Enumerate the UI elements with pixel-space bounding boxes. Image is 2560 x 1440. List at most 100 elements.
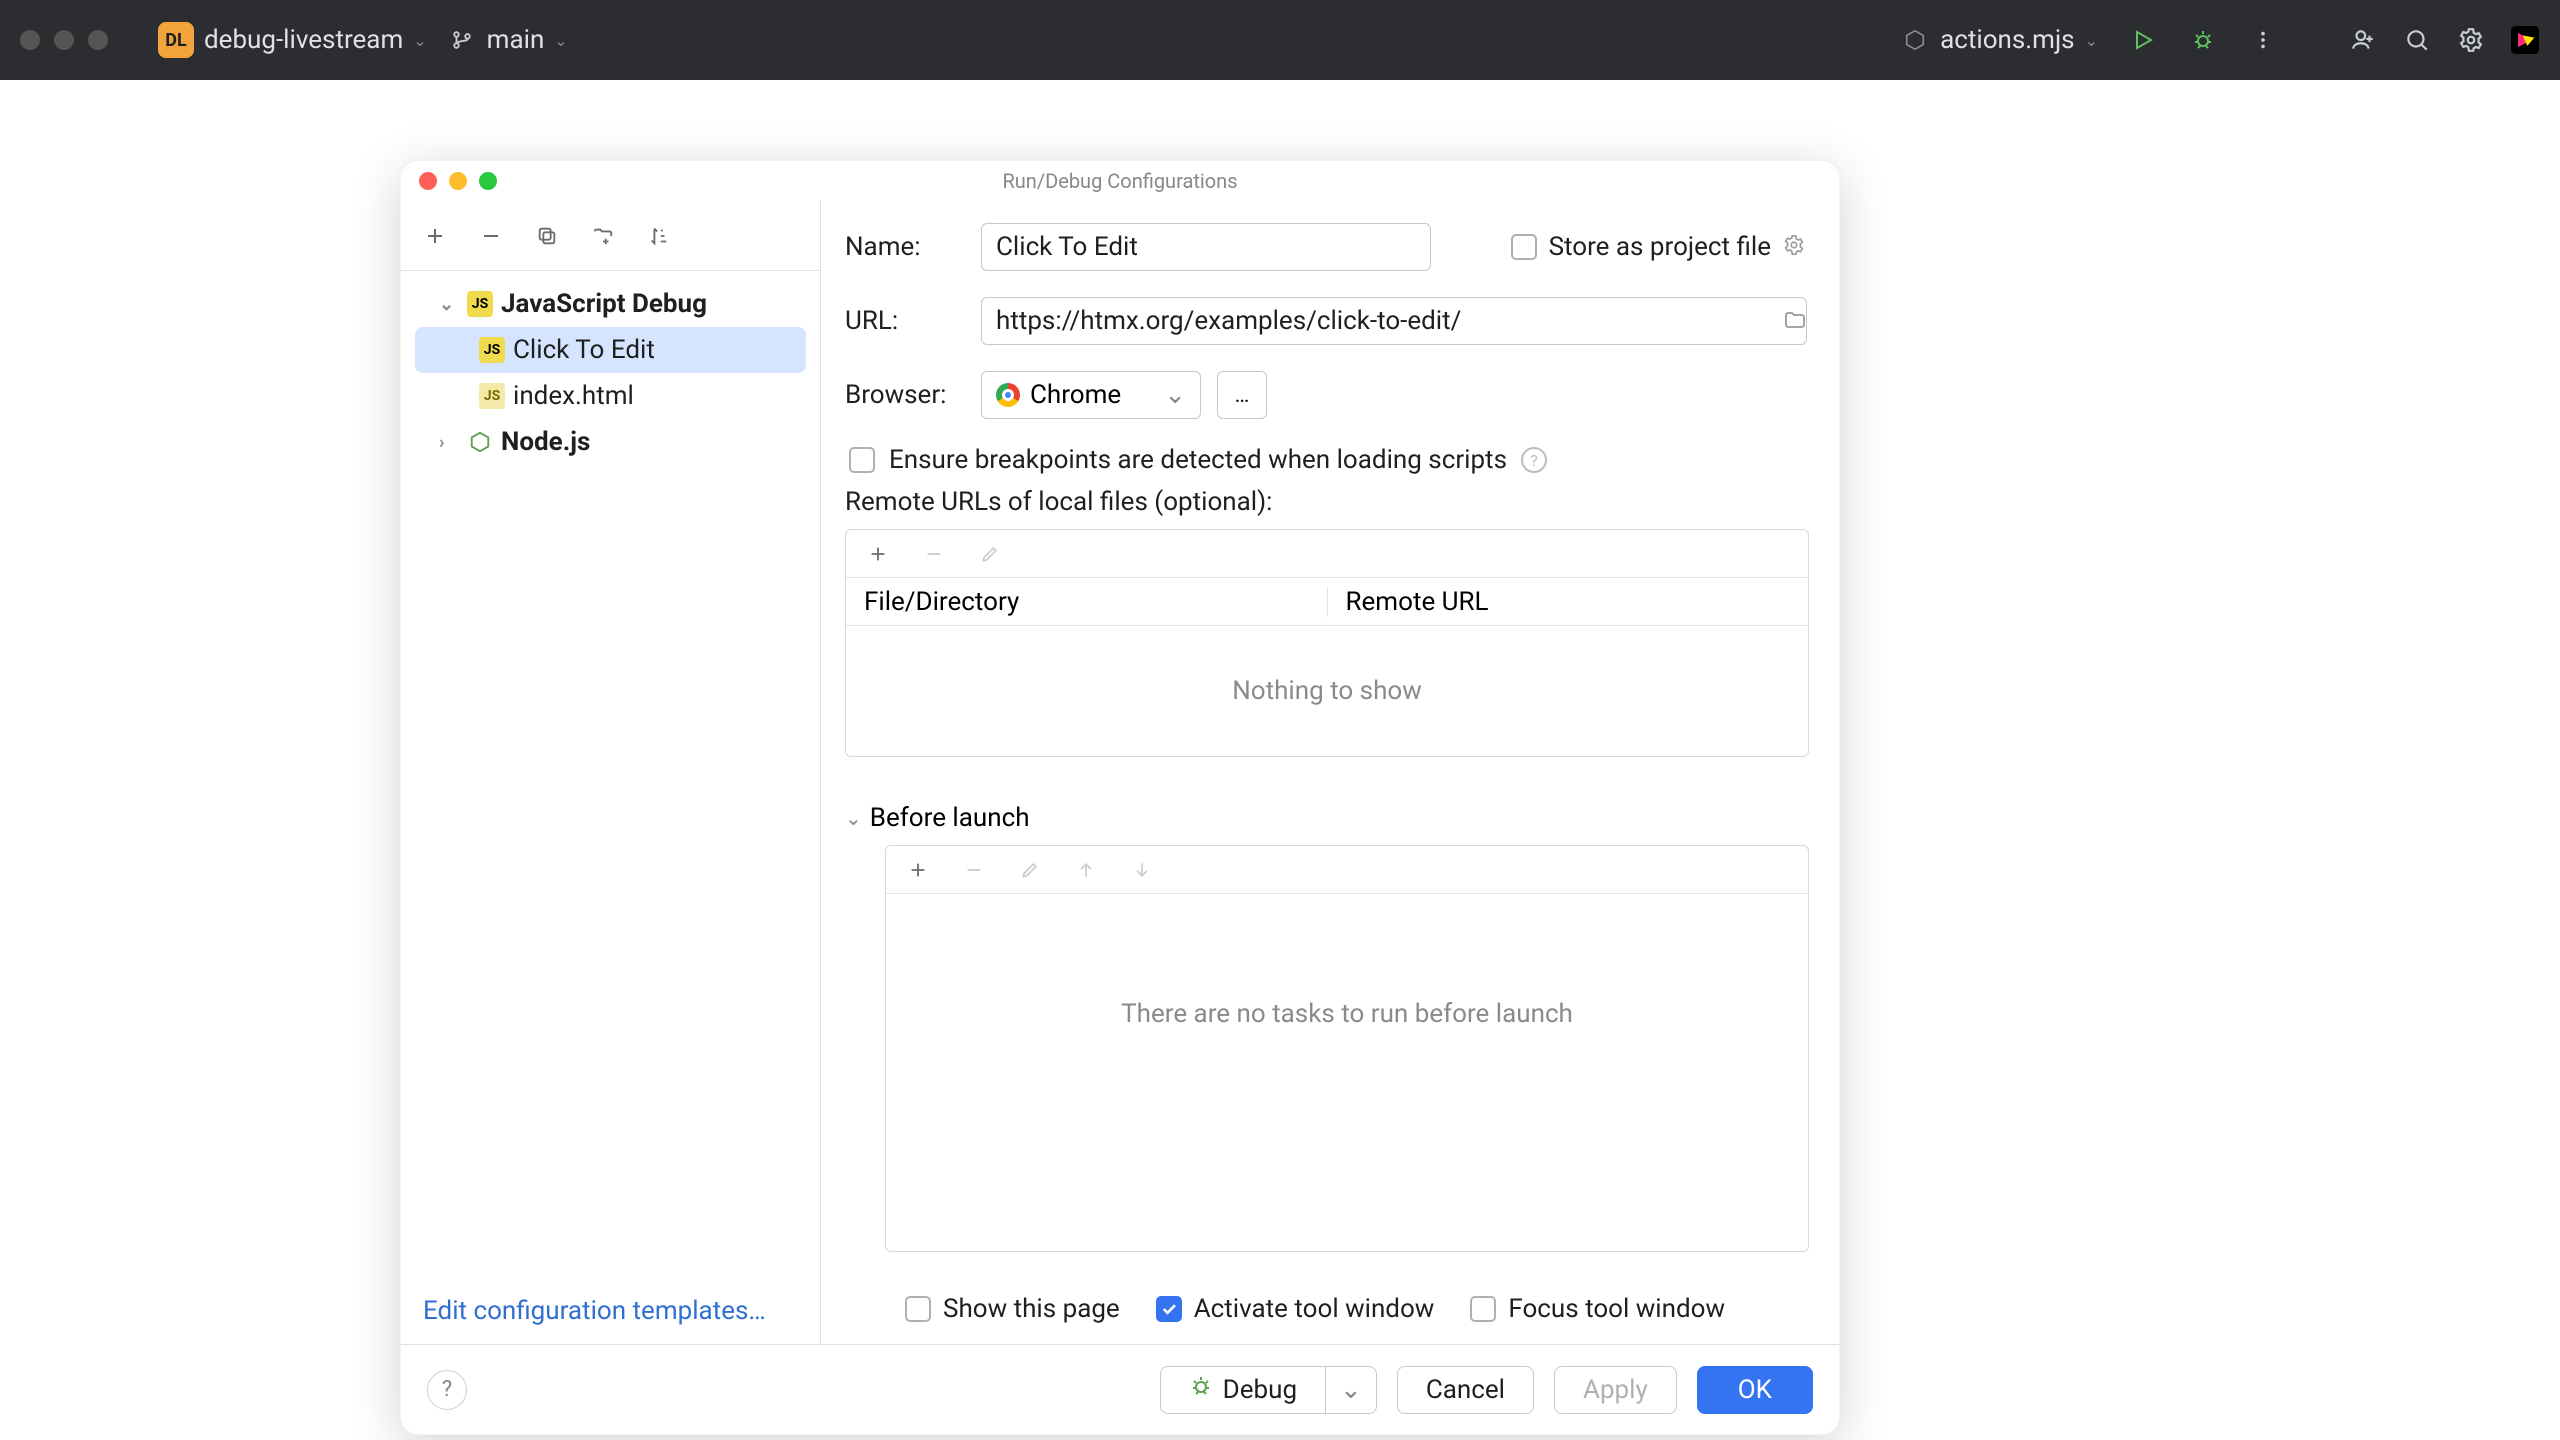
store-as-project-file-checkbox[interactable]	[1511, 234, 1537, 260]
table-empty-text: Nothing to show	[846, 626, 1808, 756]
config-tree: ⌄ JS JavaScript Debug JS Click To Edit J…	[401, 271, 820, 1278]
branch-selector[interactable]: main ⌄	[447, 25, 568, 55]
remote-urls-label: Remote URLs of local files (optional):	[845, 487, 1809, 517]
ide-logo-icon[interactable]	[2510, 25, 2540, 55]
before-launch-empty-text: There are no tasks to run before launch	[886, 894, 1808, 1134]
add-task-icon[interactable]	[904, 856, 932, 884]
settings-icon[interactable]	[2456, 25, 2486, 55]
ide-titlebar: DL debug-livestream ⌄ main ⌄ actions.mjs…	[0, 0, 2560, 80]
url-input[interactable]	[981, 297, 1807, 345]
close-window-icon[interactable]	[20, 30, 40, 50]
config-form: Name: Store as project file URL:	[821, 201, 1839, 1344]
run-debug-configurations-dialog: Run/Debug Configurations	[400, 160, 1840, 1435]
project-name: debug-livestream	[204, 25, 403, 55]
debug-button-label: Debug	[1223, 1375, 1315, 1405]
folder-icon[interactable]	[1783, 308, 1809, 334]
run-icon[interactable]	[2128, 25, 2158, 55]
tree-group-js-debug[interactable]: ⌄ JS JavaScript Debug	[401, 281, 820, 327]
dialog-title: Run/Debug Configurations	[1002, 169, 1237, 193]
cancel-button[interactable]: Cancel	[1397, 1366, 1534, 1414]
debug-button[interactable]: Debug ⌄	[1160, 1366, 1377, 1414]
close-icon[interactable]	[419, 172, 437, 190]
chevron-down-icon: ⌄	[1164, 380, 1186, 410]
chevron-down-icon: ⌄	[1340, 1375, 1362, 1405]
js-icon: JS	[479, 337, 505, 363]
copy-config-icon[interactable]	[533, 222, 561, 250]
chevron-down-icon: ⌄	[845, 806, 862, 830]
remove-config-icon[interactable]	[477, 222, 505, 250]
zoom-icon[interactable]	[479, 172, 497, 190]
chrome-icon	[996, 383, 1020, 407]
maximize-window-icon[interactable]	[88, 30, 108, 50]
run-config-name: actions.mjs	[1940, 25, 2074, 55]
more-vertical-icon[interactable]	[2248, 25, 2278, 55]
move-down-icon	[1128, 856, 1156, 884]
activate-tool-window-label: Activate tool window	[1194, 1294, 1435, 1324]
branch-name: main	[487, 25, 545, 55]
ensure-breakpoints-checkbox[interactable]	[849, 447, 875, 473]
debug-dropdown-button[interactable]: ⌄	[1325, 1367, 1376, 1413]
activate-tool-window-checkbox[interactable]	[1156, 1296, 1182, 1322]
show-this-page-checkbox[interactable]	[905, 1296, 931, 1322]
bug-icon	[1189, 1374, 1213, 1405]
code-with-me-icon[interactable]	[2348, 25, 2378, 55]
tree-item-index-html[interactable]: JS index.html	[401, 373, 820, 419]
move-up-icon	[1072, 856, 1100, 884]
chevron-down-icon: ⌄	[413, 31, 426, 50]
browser-value: Chrome	[1030, 380, 1121, 410]
chevron-down-icon: ⌄	[2085, 31, 2098, 50]
cancel-button-label: Cancel	[1426, 1375, 1505, 1405]
nodejs-icon	[1900, 25, 1930, 55]
git-branch-icon	[447, 25, 477, 55]
dialog-footer: ? Debug ⌄ Cancel Apply	[401, 1344, 1839, 1434]
focus-tool-window-label: Focus tool window	[1508, 1294, 1725, 1324]
save-folder-icon[interactable]	[589, 222, 617, 250]
search-icon[interactable]	[2402, 25, 2432, 55]
tree-item-label: index.html	[513, 381, 634, 411]
debug-icon[interactable]	[2188, 25, 2218, 55]
window-controls[interactable]	[20, 30, 108, 50]
nodejs-icon	[467, 429, 493, 455]
table-column-remote-url: Remote URL	[1327, 587, 1809, 617]
minimize-icon[interactable]	[449, 172, 467, 190]
tree-item-click-to-edit[interactable]: JS Click To Edit	[415, 327, 806, 373]
minimize-window-icon[interactable]	[54, 30, 74, 50]
project-badge: DL	[158, 22, 194, 58]
browser-label: Browser:	[845, 380, 965, 410]
browser-select[interactable]: Chrome ⌄	[981, 371, 1201, 419]
edit-templates-link[interactable]: Edit configuration templates…	[401, 1278, 820, 1344]
remote-urls-table: File/Directory Remote URL Nothing to sho…	[845, 529, 1809, 757]
help-icon[interactable]: ?	[1521, 447, 1547, 473]
dialog-titlebar[interactable]: Run/Debug Configurations	[401, 161, 1839, 201]
tree-group-label: Node.js	[501, 427, 590, 457]
chevron-right-icon: ›	[439, 432, 459, 453]
store-label: Store as project file	[1549, 232, 1771, 262]
before-launch-header[interactable]: ⌄ Before launch	[845, 803, 1809, 833]
js-icon: JS	[479, 383, 505, 409]
browser-more-button[interactable]: …	[1217, 371, 1267, 419]
ok-button[interactable]: OK	[1697, 1366, 1813, 1414]
run-config-selector[interactable]: actions.mjs ⌄	[1900, 25, 2098, 55]
dialog-window-controls[interactable]	[419, 172, 497, 190]
edit-task-icon	[1016, 856, 1044, 884]
remove-task-icon	[960, 856, 988, 884]
name-input[interactable]	[981, 223, 1431, 271]
name-label: Name:	[845, 232, 965, 262]
focus-tool-window-checkbox[interactable]	[1470, 1296, 1496, 1322]
add-config-icon[interactable]	[421, 222, 449, 250]
project-selector[interactable]: DL debug-livestream ⌄	[158, 22, 427, 58]
before-launch-label: Before launch	[870, 803, 1030, 833]
sort-icon[interactable]	[645, 222, 673, 250]
edit-row-icon	[976, 540, 1004, 568]
js-icon: JS	[467, 291, 493, 317]
add-row-icon[interactable]	[864, 540, 892, 568]
help-button[interactable]: ?	[427, 1370, 467, 1410]
tree-item-label: Click To Edit	[513, 335, 655, 365]
tree-group-nodejs[interactable]: › Node.js	[401, 419, 820, 465]
table-column-file: File/Directory	[846, 587, 1327, 617]
chevron-down-icon: ⌄	[439, 294, 459, 315]
ensure-breakpoints-label: Ensure breakpoints are detected when loa…	[889, 445, 1507, 475]
gear-icon[interactable]	[1783, 234, 1809, 260]
ok-button-label: OK	[1738, 1375, 1772, 1405]
apply-button: Apply	[1554, 1366, 1677, 1414]
